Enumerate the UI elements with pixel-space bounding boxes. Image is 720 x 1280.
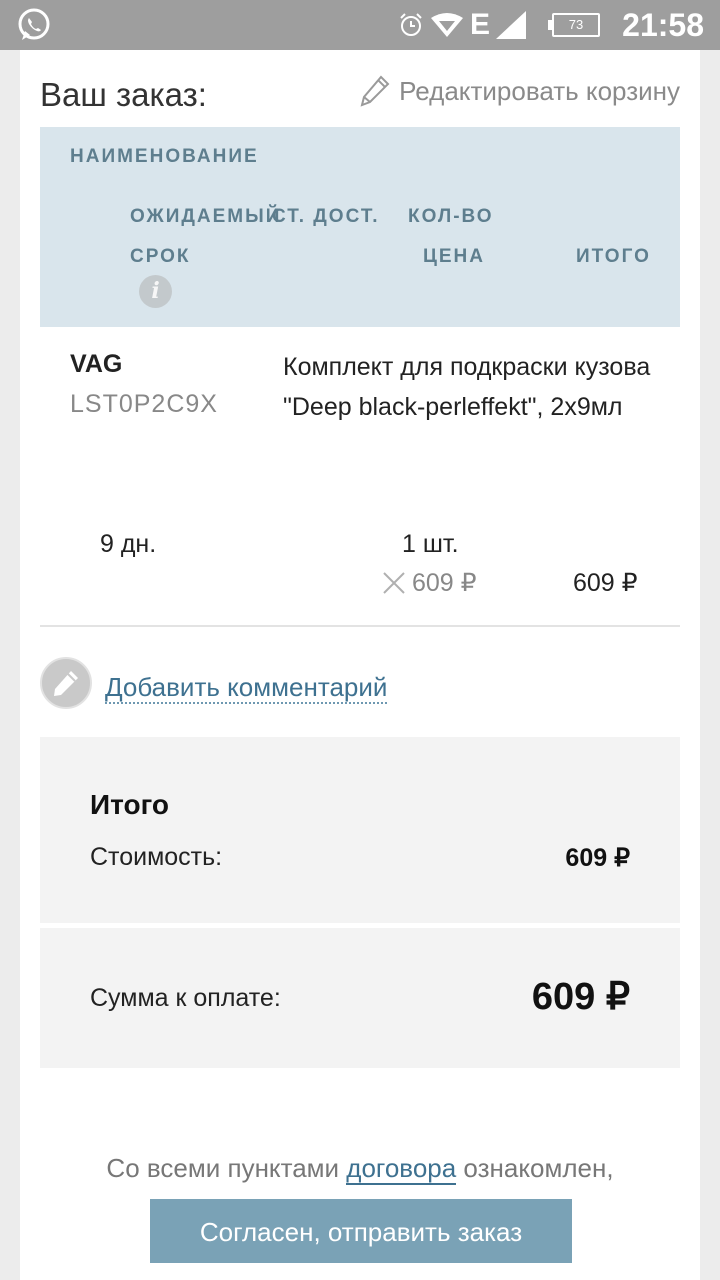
whatsapp-icon: [18, 8, 50, 40]
pencil-icon: [54, 671, 78, 696]
agreement-text: Со всеми пунктами договора ознакомлен,: [20, 1153, 700, 1185]
network-type: E: [469, 8, 490, 41]
add-comment-link[interactable]: Добавить комментарий: [105, 672, 388, 704]
agreement-after: ознакомлен,: [456, 1153, 614, 1183]
item-name: Комплект для подкраски кузова "Deep blac…: [283, 353, 651, 421]
pay-value: 609 ₽: [531, 976, 630, 1018]
item-brand: VAG: [70, 350, 123, 378]
column-availability: СТ. ДОСТ.: [272, 206, 380, 227]
contract-link[interactable]: договора: [346, 1153, 457, 1185]
edit-cart-link[interactable]: Редактировать корзину: [359, 74, 680, 108]
summary-title: Итого: [90, 789, 169, 820]
edit-cart-label: Редактировать корзину: [399, 75, 680, 106]
column-expected: ОЖИДАЕМЫЙ: [130, 206, 282, 227]
signal-icon: [496, 11, 526, 39]
item-quantity: 1 шт.: [402, 530, 459, 558]
cost-value: 609 ₽: [565, 844, 630, 872]
summary-box: Итого Стоимость: 609 ₽: [40, 737, 680, 923]
battery-level: 73: [568, 17, 584, 32]
pencil-icon: [360, 75, 390, 107]
column-quantity: КОЛ-ВО: [408, 206, 494, 227]
page-title: Ваш заказ:: [40, 76, 207, 113]
status-icons: E 73: [398, 8, 600, 41]
pay-label: Сумма к оплате:: [90, 984, 281, 1012]
submit-order-button[interactable]: Согласен, отправить заказ: [150, 1199, 572, 1263]
order-page: Ваш заказ: Редактировать корзину НАИМЕНО…: [20, 50, 700, 1280]
item-price: 609 ₽: [380, 568, 477, 598]
payment-box: Сумма к оплате: 609 ₽: [40, 928, 680, 1068]
multiply-icon: [383, 572, 405, 594]
divider: [40, 625, 680, 627]
item-term: 9 дн.: [100, 530, 157, 558]
battery-icon: 73: [548, 13, 600, 37]
table-header: НАИМЕНОВАНИЕ ОЖИДАЕМЫЙ СТ. ДОСТ. КОЛ-ВО …: [40, 127, 680, 327]
clock: 21:58: [622, 7, 704, 43]
info-icon[interactable]: i: [139, 275, 172, 308]
cost-label: Стоимость:: [90, 843, 223, 871]
wifi-icon: [430, 13, 463, 37]
agreement-before: Со всеми пунктами: [106, 1153, 347, 1183]
column-term: СРОК: [130, 246, 191, 267]
item-price-value: 609 ₽: [412, 569, 477, 597]
item-article: LST0P2C9X: [70, 390, 218, 418]
column-price: ЦЕНА: [423, 246, 485, 267]
column-total: ИТОГО: [576, 246, 651, 267]
column-name: НАИМЕНОВАНИЕ: [70, 146, 259, 167]
alarm-icon: [400, 13, 422, 36]
comment-pencil-icon[interactable]: [40, 657, 92, 709]
status-bar: E 73 21:58: [0, 0, 720, 50]
item-total: 609 ₽: [573, 569, 638, 597]
